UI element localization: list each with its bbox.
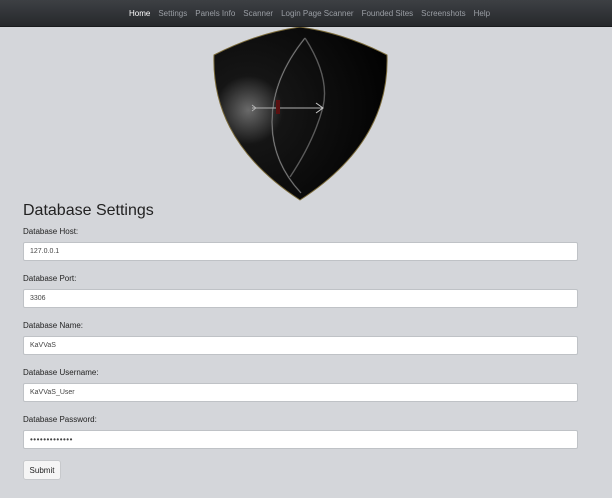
nav-item-scanner[interactable]: Scanner <box>243 9 273 18</box>
nav-item-home[interactable]: Home <box>129 9 150 18</box>
nav-item-settings[interactable]: Settings <box>158 9 187 18</box>
nav-item-panels-info[interactable]: Panels Info <box>195 9 235 18</box>
nav-item-screenshots[interactable]: Screenshots <box>421 9 465 18</box>
shield-bow-icon <box>213 27 388 201</box>
database-port-input[interactable] <box>23 289 578 308</box>
database-username-label: Database Username: <box>23 368 99 377</box>
database-host-input[interactable] <box>23 242 578 261</box>
database-password-label: Database Password: <box>23 415 97 424</box>
database-host-label: Database Host: <box>23 227 79 236</box>
page-title: Database Settings <box>23 202 154 219</box>
nav-item-login-page-scanner[interactable]: Login Page Scanner <box>281 9 354 18</box>
database-password-input[interactable] <box>23 430 578 449</box>
database-name-input[interactable] <box>23 336 578 355</box>
database-username-input[interactable] <box>23 383 578 402</box>
submit-button[interactable]: Submit <box>23 460 61 480</box>
database-port-label: Database Port: <box>23 274 77 283</box>
database-name-label: Database Name: <box>23 321 84 330</box>
top-navbar: Home Settings Panels Info Scanner Login … <box>0 0 612 27</box>
nav-menu: Home Settings Panels Info Scanner Login … <box>129 0 498 27</box>
nav-item-help[interactable]: Help <box>474 9 490 18</box>
nav-item-founded-sites[interactable]: Founded Sites <box>362 9 414 18</box>
